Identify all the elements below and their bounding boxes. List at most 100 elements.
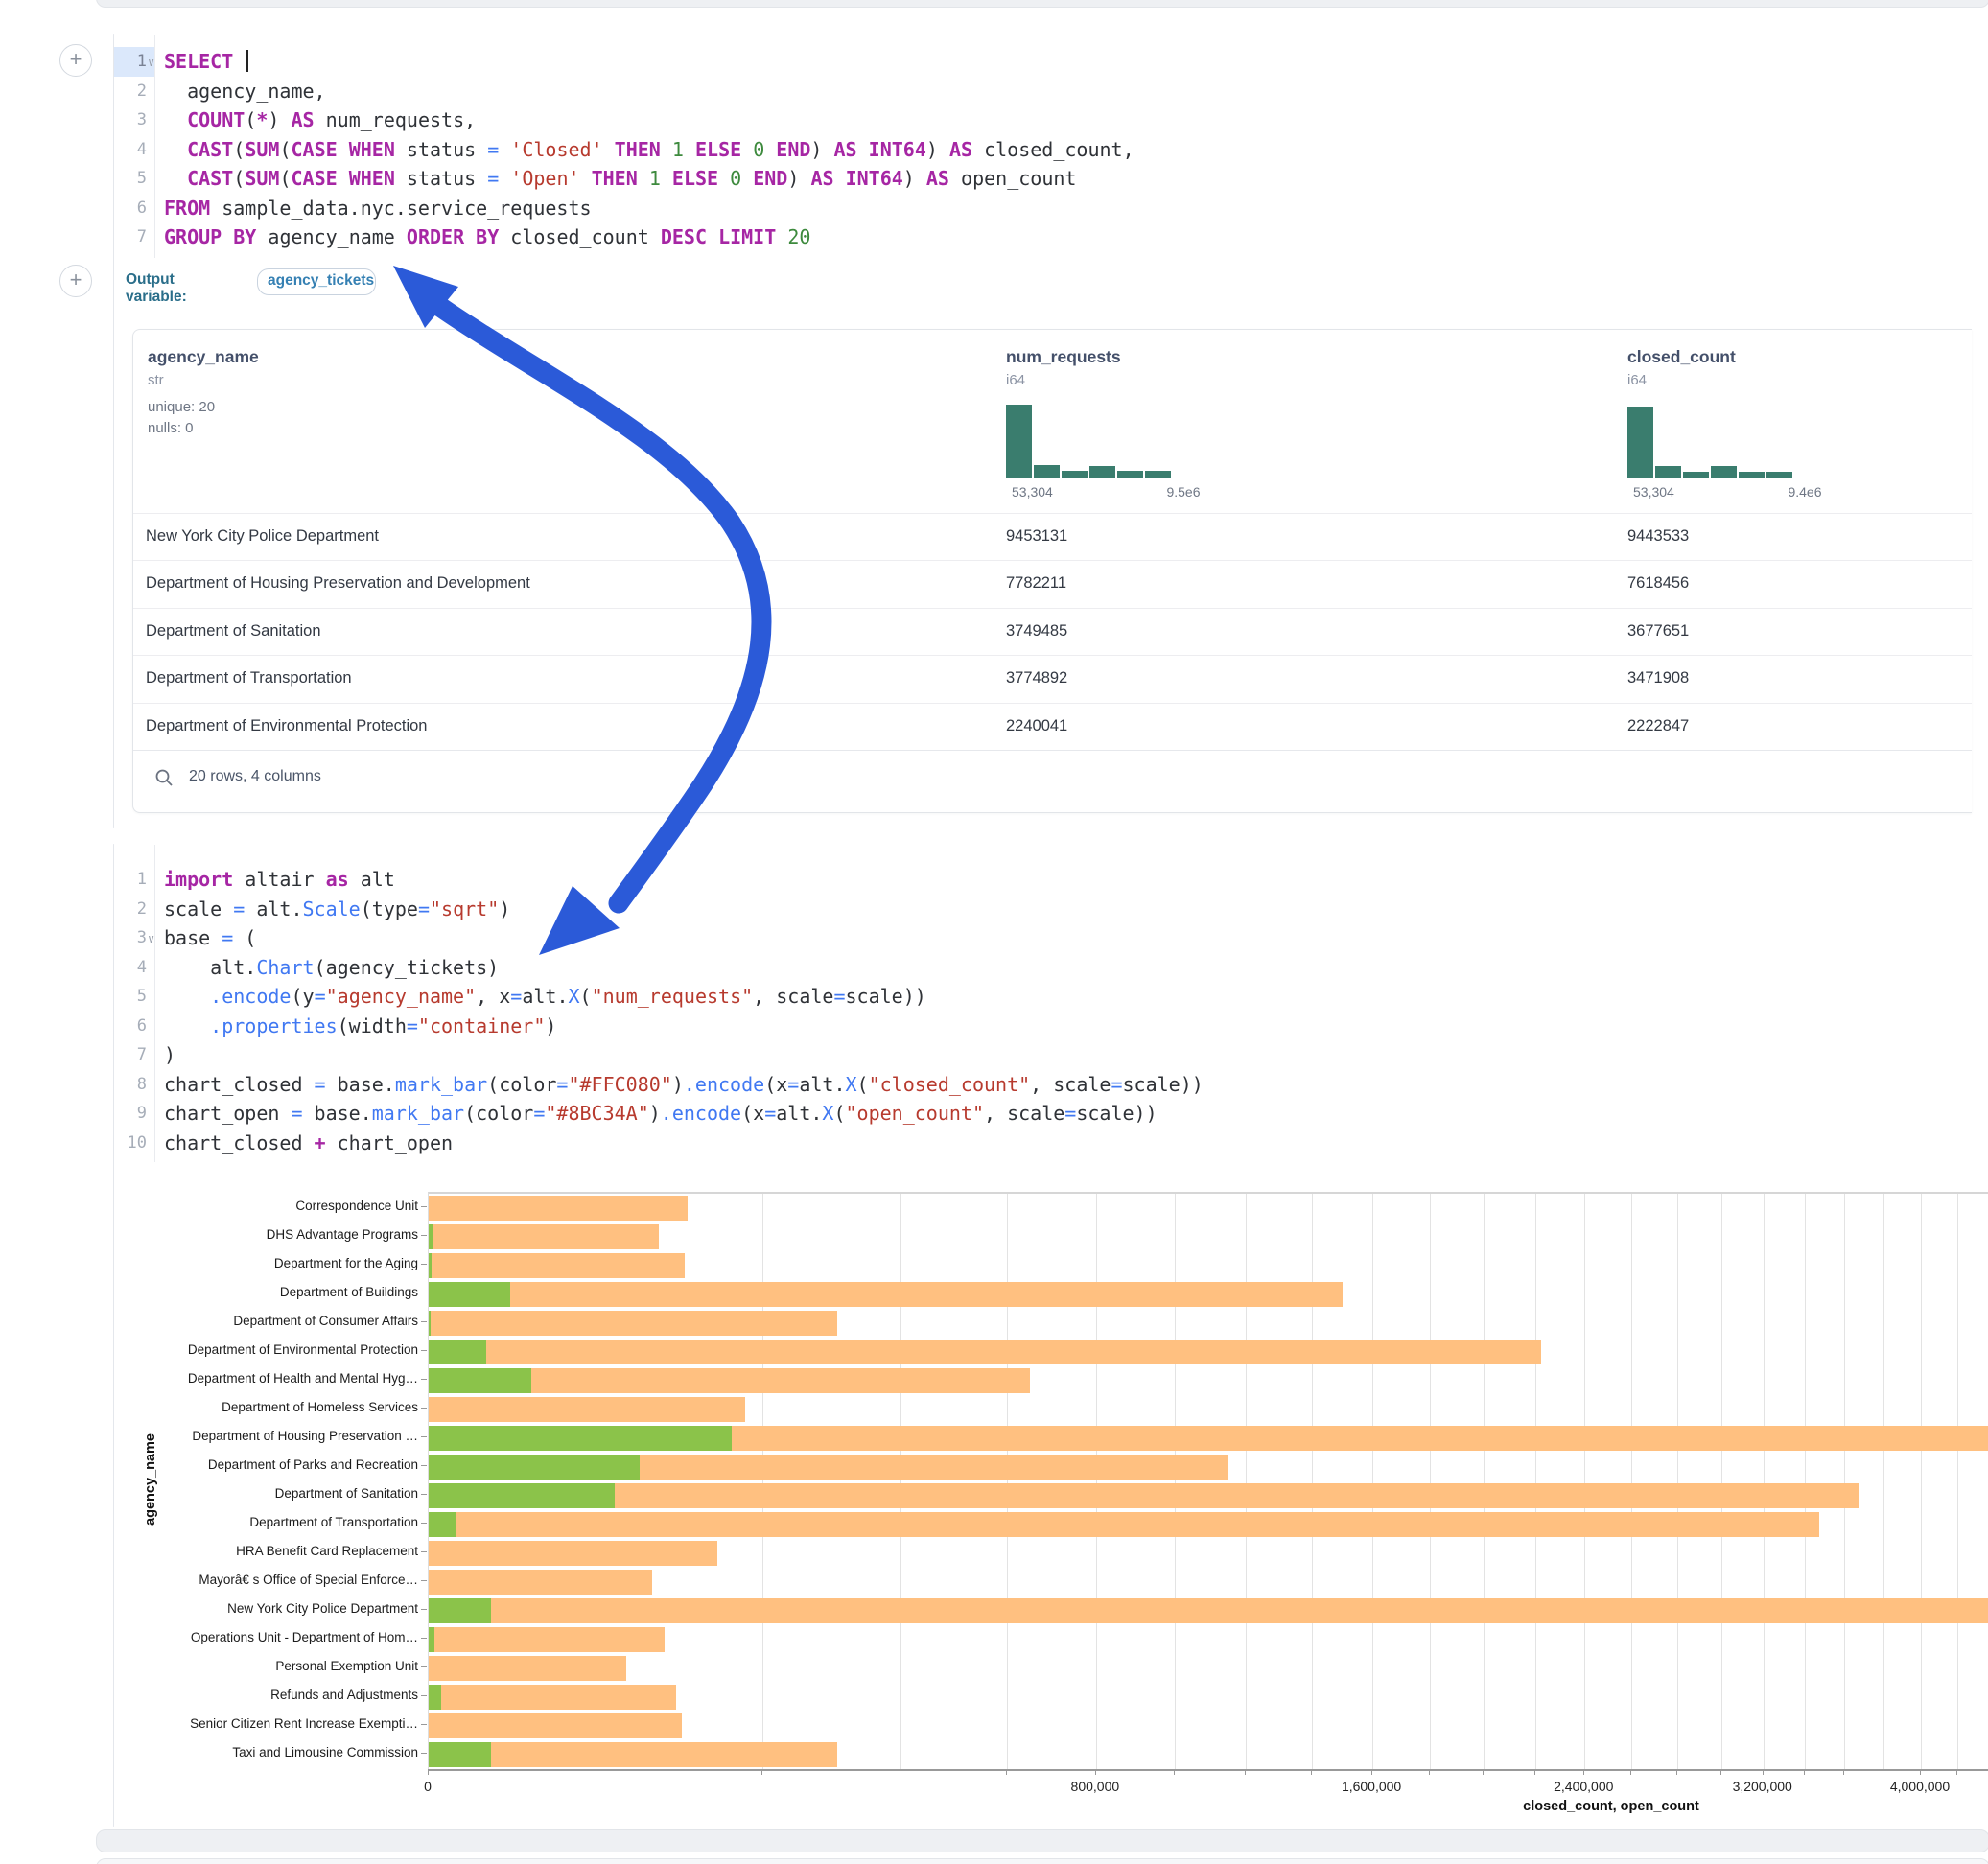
x-tick	[761, 1769, 762, 1775]
y-tick	[421, 1436, 427, 1437]
bar-open-count	[429, 1627, 434, 1652]
x-tick	[1843, 1769, 1844, 1775]
y-tick-label: Department of Sanitation	[144, 1486, 418, 1501]
y-tick	[421, 1494, 427, 1495]
table-row[interactable]: Department of Transportation377489234719…	[133, 655, 1972, 704]
table-cell: Department of Housing Preservation and D…	[146, 574, 530, 593]
gridline	[1484, 1194, 1485, 1769]
table-row[interactable]: Department of Environmental Protection 22…	[133, 703, 1972, 752]
column-histogram[interactable]	[1627, 405, 1792, 478]
sql-cell: 1∨SELECT 2 agency_name,3 COUNT(*) AS num…	[113, 34, 114, 828]
bar-open-count	[429, 1512, 456, 1537]
column-type: i64	[1006, 372, 1025, 388]
y-tick	[421, 1638, 427, 1639]
line-number: 6	[114, 1012, 147, 1041]
x-tick	[1676, 1769, 1677, 1775]
table-cell: 7782211	[1006, 574, 1066, 593]
x-tick	[1483, 1769, 1484, 1775]
bar-open-count	[429, 1685, 441, 1710]
x-axis-title: closed_count, open_count	[1523, 1799, 1699, 1814]
y-tick-label: Department of Transportation	[144, 1515, 418, 1529]
table-row[interactable]: Department of Sanitation37494853677651	[133, 608, 1972, 657]
x-tick	[1920, 1769, 1921, 1775]
gridline	[1175, 1194, 1176, 1769]
x-tick	[1006, 1769, 1007, 1775]
x-tick	[1174, 1769, 1175, 1775]
line-number: 1	[114, 47, 147, 77]
table-cell: Department of Environmental Protection	[146, 717, 427, 735]
bar-closed-count	[429, 1512, 1819, 1537]
line-number: 4	[114, 135, 147, 165]
bar-closed-count	[429, 1397, 745, 1422]
next-cell-edge[interactable]	[96, 1829, 1988, 1852]
column-header[interactable]: num_requests	[1006, 347, 1121, 367]
gutter-divider	[154, 845, 155, 1162]
line-number: 3	[114, 923, 147, 953]
gridline	[1096, 1194, 1097, 1769]
bar-closed-count	[429, 1282, 1343, 1307]
y-tick	[421, 1609, 427, 1610]
gridline	[1631, 1194, 1632, 1769]
notebook-page: + + 1∨SELECT 2 agency_name,3 COUNT(*) AS…	[0, 0, 1988, 1864]
table-cell: 2240041	[1006, 717, 1067, 735]
fold-chevron-icon[interactable]: ∨	[148, 924, 154, 954]
y-tick	[421, 1523, 427, 1524]
bar-closed-count	[429, 1713, 682, 1738]
y-tick-label: Mayorâ€ s Office of Special Enforce…	[144, 1573, 418, 1587]
bar-open-count	[429, 1224, 433, 1249]
table-cell: 9443533	[1627, 527, 1689, 546]
column-histogram[interactable]	[1006, 405, 1171, 478]
line-number: 5	[114, 982, 147, 1012]
bar-open-count	[429, 1253, 432, 1278]
table-cell: Department of Transportation	[146, 669, 352, 687]
table-row[interactable]: Department of Housing Preservation and D…	[133, 560, 1972, 609]
line-number: 5	[114, 164, 147, 194]
x-tick	[1429, 1769, 1430, 1775]
y-tick	[421, 1580, 427, 1581]
search-icon[interactable]	[154, 768, 174, 787]
gridline	[900, 1194, 901, 1769]
column-header[interactable]: agency_name	[148, 347, 259, 367]
gridline	[1805, 1194, 1806, 1769]
gridline	[1430, 1194, 1431, 1769]
fold-chevron-icon[interactable]: ∨	[148, 48, 154, 78]
bar-closed-count	[429, 1311, 837, 1336]
bar-closed-count	[429, 1656, 626, 1681]
bar-closed-count	[429, 1570, 652, 1595]
y-tick-label: DHS Advantage Programs	[144, 1227, 418, 1242]
x-tick-label: 800,000	[1038, 1779, 1153, 1794]
next-cell-edge[interactable]	[96, 1858, 1988, 1864]
y-tick-label: Taxi and Limousine Commission	[144, 1745, 418, 1759]
previous-cell-edge[interactable]	[96, 0, 1988, 8]
table-cell: 9453131	[1006, 527, 1067, 546]
y-tick-label: New York City Police Department	[144, 1601, 418, 1616]
add-cell-button[interactable]: +	[59, 265, 92, 297]
table-cell: Department of Sanitation	[146, 622, 321, 641]
line-number: 7	[114, 222, 147, 252]
y-tick	[421, 1264, 427, 1265]
line-number: 10	[114, 1129, 147, 1158]
table-cell: 3471908	[1627, 669, 1689, 687]
bar-open-count	[429, 1311, 431, 1336]
chart-plot-area	[428, 1192, 1988, 1771]
gridline	[762, 1194, 763, 1769]
gridline	[1584, 1194, 1585, 1769]
add-cell-button[interactable]: +	[59, 44, 92, 77]
x-tick	[1763, 1769, 1764, 1775]
y-tick-label: Department of Environmental Protection	[144, 1342, 418, 1357]
x-tick-label: 2,400,000	[1526, 1779, 1641, 1794]
y-tick	[421, 1666, 427, 1667]
bar-open-count	[429, 1455, 640, 1480]
gridline	[1764, 1194, 1765, 1769]
column-header[interactable]: closed_count	[1627, 347, 1736, 367]
output-variable-pill[interactable]: agency_tickets	[257, 268, 376, 295]
table-row[interactable]: New York City Police Department945313194…	[133, 513, 1972, 562]
gridline	[1844, 1194, 1845, 1769]
y-tick-label: Department of Homeless Services	[144, 1400, 418, 1414]
gridline	[1721, 1194, 1722, 1769]
y-tick	[421, 1350, 427, 1351]
y-tick-label: Refunds and Adjustments	[144, 1688, 418, 1702]
gridline	[1957, 1194, 1958, 1769]
line-number: 4	[114, 953, 147, 983]
line-number: 6	[114, 194, 147, 223]
